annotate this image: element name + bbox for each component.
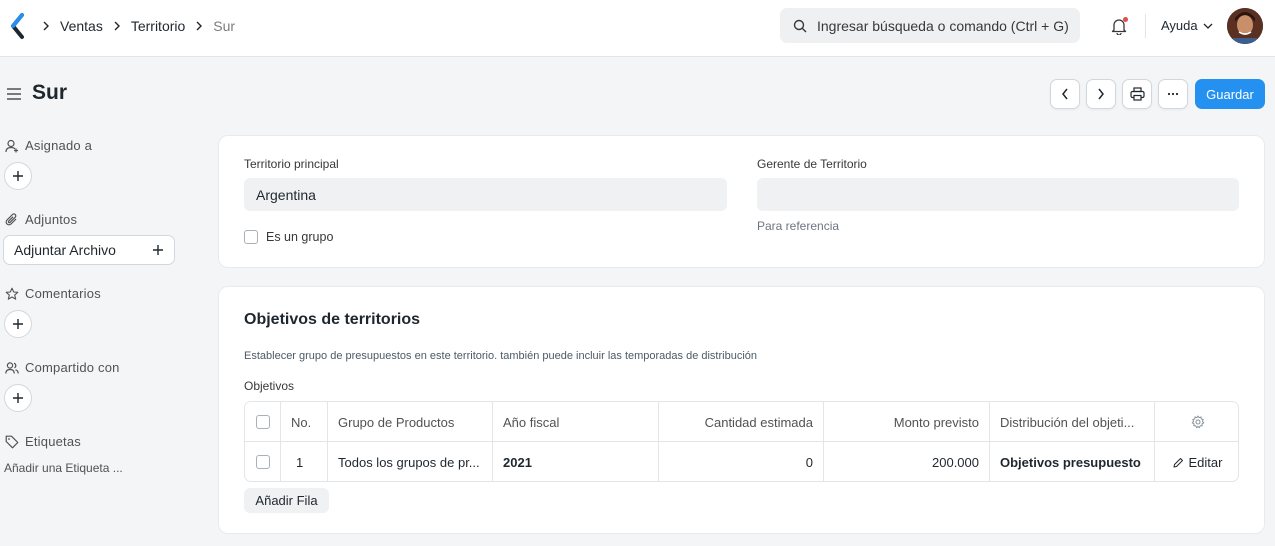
attach-file-button[interactable]: Adjuntar Archivo (3, 235, 175, 265)
navbar: Ventas Territorio Sur Ingresar búsqueda … (0, 0, 1275, 57)
row-checkbox[interactable] (255, 455, 270, 469)
attachments-label: Adjuntos (5, 212, 77, 227)
navbar-divider (1145, 14, 1146, 38)
ellipsis-icon (1167, 92, 1179, 96)
add-tag-link[interactable]: Añadir una Etiqueta ... (4, 461, 123, 475)
breadcrumb-current[interactable]: Sur (213, 18, 235, 34)
table-header-row: No. Grupo de Productos Año fiscal Cantid… (245, 402, 1238, 442)
plus-icon (153, 245, 163, 255)
tags-label: Etiquetas (5, 434, 81, 449)
save-button[interactable]: Guardar (1195, 79, 1265, 109)
assigned-to-label: Asignado a (5, 138, 92, 153)
column-header-target-qty: Cantidad estimada (659, 402, 824, 442)
plus-icon (13, 319, 23, 329)
section-title: Objetivos de territorios (244, 311, 421, 328)
column-header-fiscal-year: Año fiscal (493, 402, 659, 442)
parent-territory-label: Territorio principal (244, 157, 339, 171)
chevron-right-icon (1098, 88, 1104, 100)
column-header-item-group: Grupo de Productos (328, 402, 493, 442)
star-icon (5, 287, 19, 300)
manager-label: Gerente de Territorio (757, 157, 867, 171)
menu-icon[interactable] (6, 87, 22, 101)
column-settings-cell[interactable] (1155, 402, 1238, 442)
comments-label: Comentarios (5, 286, 101, 301)
column-header-target-amount: Monto previsto (824, 402, 990, 442)
shared-with-label: Compartido con (5, 360, 120, 375)
is-group-checkbox[interactable] (244, 230, 258, 244)
column-header-distribution: Distribución del objeti... (990, 402, 1155, 442)
breadcrumb-territorio[interactable]: Territorio (131, 18, 185, 34)
row-distribution[interactable]: Objetivos presupuesto (990, 442, 1155, 481)
plus-icon (13, 393, 23, 403)
table-row[interactable]: 1 Todos los grupos de pr... 2021 0 200.0… (245, 442, 1238, 481)
row-select-cell (245, 442, 281, 481)
row-item-group[interactable]: Todos los grupos de pr... (328, 442, 493, 481)
printer-icon (1129, 87, 1145, 101)
plus-icon (13, 171, 23, 181)
chevron-right-icon (42, 21, 50, 31)
print-button[interactable] (1122, 79, 1152, 109)
breadcrumb: Ventas Territorio Sur (42, 0, 245, 52)
chevron-left-icon (1062, 88, 1068, 100)
chevron-right-icon (113, 21, 121, 31)
search-placeholder: Ingresar búsqueda o comando (Ctrl + G) (817, 17, 1069, 34)
breadcrumb-ventas[interactable]: Ventas (60, 18, 103, 34)
more-options-button[interactable] (1158, 79, 1188, 109)
next-button[interactable] (1086, 79, 1116, 109)
territory-targets-card: Objetivos de territorios Establecer grup… (218, 286, 1265, 534)
select-all-cell (245, 402, 281, 442)
page-title: Sur (32, 81, 68, 104)
gear-icon (1191, 415, 1204, 429)
assign-add-button[interactable] (4, 162, 32, 190)
chevron-right-icon (195, 21, 203, 31)
help-dropdown[interactable]: Ayuda (1161, 18, 1213, 33)
row-target-amount[interactable]: 200.000 (824, 442, 990, 481)
edit-label: Editar (1188, 454, 1223, 470)
add-row-button[interactable]: Añadir Fila (244, 488, 329, 513)
row-no: 1 (281, 442, 328, 481)
row-fiscal-year[interactable]: 2021 (493, 442, 659, 481)
territory-details-card: Territorio principal Argentina Es un gru… (218, 135, 1265, 268)
comment-add-button[interactable] (4, 310, 32, 338)
section-description: Establecer grupo de presupuestos en este… (244, 350, 758, 362)
parent-territory-input[interactable]: Argentina (244, 178, 727, 211)
paperclip-icon (5, 212, 17, 225)
row-target-qty[interactable]: 0 (659, 442, 824, 481)
select-all-checkbox[interactable] (255, 415, 270, 429)
previous-button[interactable] (1050, 79, 1080, 109)
row-edit-button[interactable]: Editar (1155, 442, 1238, 481)
column-header-no: No. (281, 402, 328, 442)
search-icon (793, 19, 807, 32)
app-logo-icon[interactable] (8, 12, 28, 40)
help-label: Ayuda (1161, 18, 1198, 33)
grid-label: Objetivos (244, 379, 295, 393)
manager-help-text: Para referencia (757, 219, 840, 233)
notification-dot (1123, 17, 1128, 22)
user-add-icon (5, 139, 18, 152)
manager-input[interactable] (757, 178, 1239, 211)
share-add-button[interactable] (4, 384, 32, 412)
avatar[interactable] (1227, 8, 1263, 44)
is-group-label: Es un grupo (266, 230, 334, 244)
chevron-down-icon (1203, 23, 1213, 29)
attach-file-label: Adjuntar Archivo (14, 242, 116, 258)
search-input[interactable]: Ingresar búsqueda o comando (Ctrl + G) (780, 8, 1080, 43)
targets-table: No. Grupo de Productos Año fiscal Cantid… (244, 401, 1239, 482)
users-icon (5, 361, 19, 374)
tag-icon (5, 435, 19, 448)
pencil-icon (1173, 457, 1183, 467)
